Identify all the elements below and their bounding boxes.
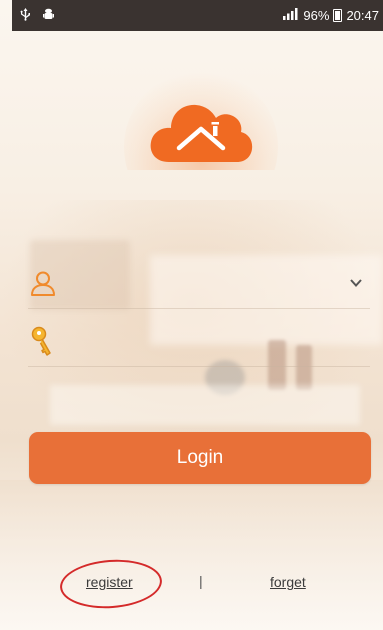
chevron-down-icon[interactable] xyxy=(346,273,366,293)
cloud-home-icon xyxy=(150,104,253,162)
app-logo xyxy=(124,70,278,170)
usb-icon xyxy=(20,7,31,24)
password-input[interactable] xyxy=(58,320,370,362)
status-bar: 96% 20:47 xyxy=(12,0,383,31)
password-row xyxy=(28,316,370,367)
clock: 20:47 xyxy=(346,8,379,23)
link-divider: | xyxy=(199,573,203,589)
login-screen: 96% 20:47 Login register | forget xyxy=(0,0,383,630)
android-debug-icon xyxy=(43,8,54,23)
username-input[interactable] xyxy=(58,262,346,304)
username-row xyxy=(28,258,370,309)
background-floor xyxy=(0,480,383,630)
key-icon xyxy=(28,326,58,356)
background-table xyxy=(50,385,360,425)
signal-bars-icon xyxy=(283,8,299,23)
user-outline-icon xyxy=(28,268,58,298)
forget-link[interactable]: forget xyxy=(270,574,306,590)
battery-percent: 96% xyxy=(303,8,330,23)
login-button[interactable]: Login xyxy=(29,432,371,484)
battery-icon xyxy=(333,9,343,22)
